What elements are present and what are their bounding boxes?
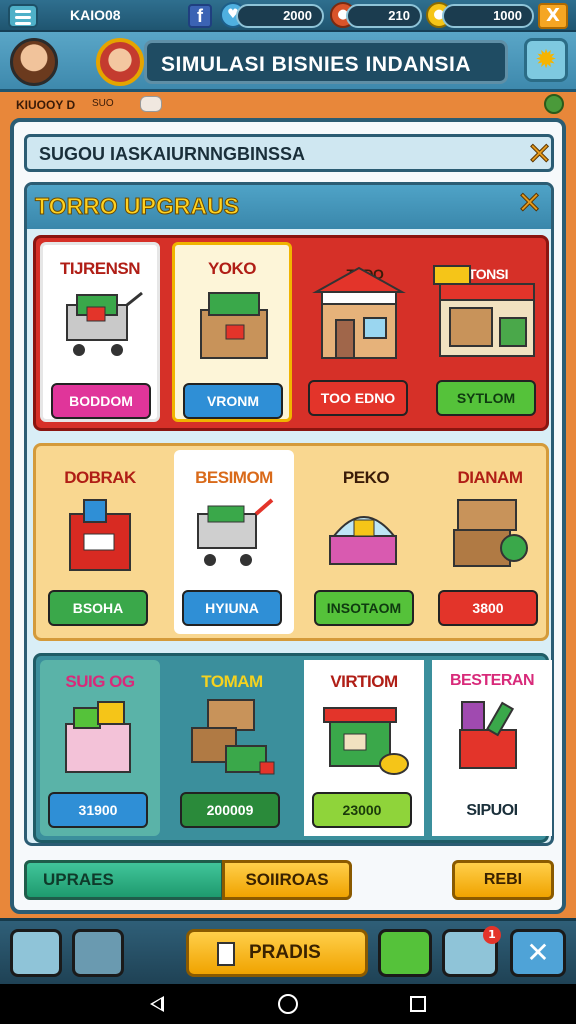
card-label: BESIMOM [195, 468, 273, 487]
android-nav-bar [0, 984, 576, 1024]
card-label: YOKO [207, 259, 257, 278]
cake-display-icon [329, 516, 397, 565]
storefront-icon [433, 265, 535, 357]
card-label: BESTERAN [449, 672, 535, 689]
upgrade-card[interactable]: YOKO VRONM [172, 242, 292, 422]
upgrade-card[interactable]: TIJRENSN BODDOM [40, 242, 160, 422]
shopping-cart-icon [66, 291, 143, 356]
sub-bar: KIUOOY D SUO [0, 94, 576, 118]
home-icon[interactable]: 1 [442, 926, 501, 977]
notification-badge: 1 [483, 926, 501, 944]
gear-icon[interactable] [544, 94, 564, 114]
card-label: DIANAM [457, 468, 524, 487]
footer-bar: PRADIS 1 ✕ [0, 918, 576, 984]
rebi-button[interactable]: REBI [452, 860, 554, 900]
upgrade-section: TORRO UPGRAUS ✕ TIJRENSN BODDOM YOKO VRO… [24, 182, 554, 846]
title-box: SIMULASI BISNIES INDANSIA [144, 40, 508, 84]
produce-box-icon [200, 292, 268, 359]
upgrade-card[interactable]: DOBRAK BSOHA [40, 450, 160, 634]
card-button[interactable]: 23000 [312, 792, 412, 828]
top-bar: KAIO08 f ♥ 2000 ● 210 ● 1000 X [0, 0, 576, 32]
card-button[interactable]: TOO EDNO [308, 380, 408, 416]
card-button[interactable]: 200009 [180, 792, 280, 828]
upgrade-card[interactable]: VIRTIOM 23000 [304, 660, 424, 836]
upgrade-card[interactable]: TONSI SYTLOM [428, 242, 548, 422]
player-name: KAIO08 [70, 7, 121, 23]
upgrade-card[interactable]: TSDO TOO EDNO [300, 242, 420, 422]
document-icon [217, 942, 235, 966]
tokens-counter: 210 [346, 4, 422, 28]
pradis-button[interactable]: PRADIS [186, 929, 368, 977]
card-button[interactable]: HYIUNA [182, 590, 282, 626]
card-button[interactable]: 3800 [438, 590, 538, 626]
card-button[interactable]: 31900 [48, 792, 148, 828]
close-icon[interactable]: ✕ [510, 929, 566, 977]
gift-box-icon [65, 701, 131, 773]
recents-icon[interactable] [410, 996, 426, 1012]
card-label: TIJRENSN [59, 259, 141, 278]
pradis-label: PRADIS [249, 942, 321, 963]
card-button[interactable]: VRONM [183, 383, 283, 419]
bottom-tabs: UPRAES SOIIROAS [24, 860, 354, 902]
upgrade-card[interactable]: PEKO INSOTAOM [306, 450, 426, 634]
stacked-boxes-icon [191, 699, 275, 775]
gems-counter: 2000 [236, 4, 324, 28]
cardboard-boxes-icon [453, 499, 528, 567]
card-label: VIRTIOM [330, 672, 398, 691]
upgrade-header: TORRO UPGRAUS ✕ [27, 185, 551, 229]
upgrade-close-icon[interactable]: ✕ [516, 188, 542, 219]
close-button[interactable]: X [538, 3, 568, 29]
home-circle-icon[interactable] [278, 994, 298, 1014]
tab-upgrades[interactable]: UPRAES [24, 860, 224, 900]
coins-counter: 1000 [442, 4, 534, 28]
upgrade-title: TORRO UPGRAUS [34, 193, 240, 220]
upgrade-card[interactable]: TOMAM 200009 [172, 660, 292, 836]
chart-icon[interactable] [378, 929, 432, 977]
search-text: SUGOU IASKAIURNNGBINSSA [39, 144, 306, 164]
upgrade-row-2: DOBRAK BSOHA BESIMOM HYIUNA PEKO INSOTAO… [33, 443, 549, 641]
card-button[interactable]: BSOHA [48, 590, 148, 626]
shopping-trolley-icon [197, 498, 274, 566]
card-button[interactable]: INSOTAOM [314, 590, 414, 626]
card-label: SUIG OG [65, 672, 135, 691]
card-button[interactable]: SYTLOM [436, 380, 536, 416]
basket-bag-icon [459, 701, 517, 769]
hand-icon[interactable] [140, 96, 162, 112]
player-avatar[interactable] [10, 38, 58, 86]
subbar-label: KIUOOY D [16, 98, 76, 112]
advisor-icon[interactable] [72, 929, 124, 977]
game-title: SIMULASI BISNIES INDANSIA [161, 53, 472, 76]
shopping-basket-icon [69, 499, 131, 571]
subbar-tag: SUO [92, 98, 114, 109]
card-label: DOBRAK [64, 468, 136, 487]
header: SIMULASI BISNIES INDANSIA ✹ [0, 32, 576, 92]
upgrade-card[interactable]: SUIG OG 31900 [40, 660, 160, 836]
shop-building-icon [312, 266, 406, 359]
upgrade-card[interactable]: BESTERAN SIPUOI [432, 660, 552, 836]
back-icon[interactable] [150, 996, 164, 1012]
card-label: PEKO [342, 468, 390, 487]
search-close-icon[interactable]: ✕ [526, 139, 552, 170]
menu-button[interactable] [8, 4, 38, 28]
search-bar[interactable]: SUGOU IASKAIURNNGBINSSA ✕ [24, 134, 554, 172]
upgrade-card[interactable]: BESIMOM HYIUNA [174, 450, 294, 634]
upgrade-row-3: SUIG OG 31900 TOMAM 200009 VIRTIOM 23000… [33, 653, 552, 843]
settings-gear-icon[interactable]: ✹ [524, 38, 568, 82]
advisor-avatar[interactable] [96, 38, 144, 86]
compass-icon[interactable] [10, 929, 62, 977]
card-button-label[interactable]: SIPUOI [432, 802, 552, 820]
market-stall-icon [323, 707, 409, 775]
upgrade-row-1: TIJRENSN BODDOM YOKO VRONM TSDO [33, 235, 549, 431]
upgrade-card[interactable]: DIANAM 3800 [430, 450, 550, 634]
card-label: TOMAM [201, 672, 263, 691]
facebook-button[interactable]: f [188, 4, 212, 28]
card-button[interactable]: BODDOM [51, 383, 151, 419]
tab-resources[interactable]: SOIIROAS [222, 860, 352, 900]
